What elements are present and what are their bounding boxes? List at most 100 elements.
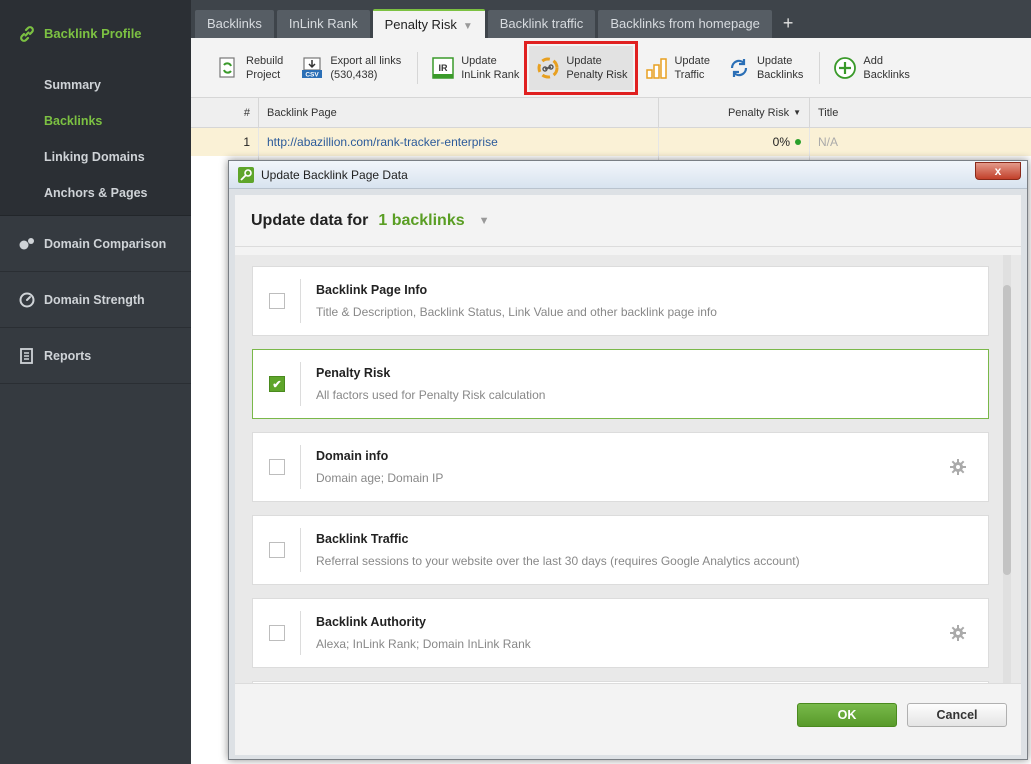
table-row[interactable]: 1 http://abazillion.com/rank-tracker-ent…: [191, 128, 1031, 156]
option-desc: Title & Description, Backlink Status, Li…: [316, 305, 717, 319]
tab-label: Penalty Risk: [384, 17, 457, 32]
update-inlink-rank-button[interactable]: IR Update InLink Rank: [424, 46, 525, 90]
sidebar-item-reports[interactable]: Reports: [0, 328, 191, 384]
dialog-body: Update data for 1 backlinks ▼ Backlink P…: [235, 195, 1021, 755]
report-icon: [18, 347, 36, 365]
option-desc: All factors used for Penalty Risk calcul…: [316, 388, 546, 402]
update-penalty-risk-button[interactable]: Update Penalty Risk: [524, 40, 639, 95]
toolbar-divider: [819, 51, 821, 84]
rebuild-label-1: Rebuild: [246, 54, 284, 67]
col-number[interactable]: #: [191, 98, 259, 127]
update-backlinks-button[interactable]: Update Backlinks: [720, 46, 809, 90]
option-backlink-traffic[interactable]: Backlink Traffic Referral sessions to you…: [252, 515, 989, 585]
sidebar-item-label: Reports: [44, 348, 92, 363]
toolbar-divider: [417, 51, 419, 84]
scrollbar-thumb[interactable]: [1003, 285, 1011, 575]
gear-icon[interactable]: [948, 457, 968, 477]
update-traffic-button[interactable]: Update Traffic: [637, 46, 715, 90]
option-domain-info[interactable]: Domain info Domain age; Domain IP: [252, 432, 989, 502]
col-backlink-page[interactable]: Backlink Page: [259, 98, 659, 127]
penalty-label-2: Penalty Risk: [566, 68, 628, 81]
tab-inlink-rank[interactable]: InLink Rank: [276, 10, 370, 38]
sidebar-item-label: Domain Comparison: [44, 236, 167, 251]
col-title[interactable]: Title: [810, 98, 1031, 127]
option-desc: Domain age; Domain IP: [316, 471, 444, 485]
backlinks-label-2: Backlinks: [756, 68, 804, 81]
plus-circle-icon: [832, 55, 858, 81]
gauge-icon: [18, 291, 36, 309]
chevron-down-icon[interactable]: ▼: [463, 21, 473, 32]
tab-backlinks-from-homepage[interactable]: Backlinks from homepage: [598, 10, 772, 38]
backlinks-label-1: Update: [756, 54, 793, 67]
checkbox[interactable]: [269, 625, 285, 641]
toolbar: Rebuild Project CSV Export all links (530,…: [191, 38, 1031, 98]
add-tab-button[interactable]: +: [775, 10, 802, 38]
row-title: N/A: [818, 135, 839, 149]
sidebar-item-domain-comparison[interactable]: Domain Comparison: [0, 216, 191, 272]
sidebar-sub-anchors-pages[interactable]: Anchors & Pages: [0, 175, 191, 211]
checkbox[interactable]: [269, 459, 285, 475]
sidebar-sub-summary[interactable]: Summary: [0, 67, 191, 103]
export-label-1: Export all links: [330, 54, 402, 67]
backlink-count-dropdown[interactable]: 1 backlinks: [378, 212, 464, 230]
sidebar-sub-backlinks[interactable]: Backlinks: [0, 103, 191, 139]
link-icon: [18, 25, 36, 43]
row-url-link[interactable]: http://abazillion.com/rank-tracker-enter…: [259, 128, 659, 156]
inlink-rank-icon: IR: [430, 55, 456, 81]
penalty-risk-icon: [535, 55, 561, 81]
export-links-button[interactable]: CSV Export all links (530,438): [293, 46, 407, 90]
options-list: Backlink Page Info Title & Description, B…: [235, 255, 1021, 683]
chevron-down-icon[interactable]: ▼: [479, 215, 490, 227]
ok-button[interactable]: OK: [797, 703, 897, 727]
inlink-label-1: Update: [461, 54, 497, 67]
update-backlink-dialog: Update Backlink Page Data x Update data …: [228, 160, 1028, 760]
option-backlink-authority[interactable]: Backlink Authority Alexa; InLink Rank; Do…: [252, 598, 989, 668]
tab-penalty-risk[interactable]: Penalty Risk ▼: [372, 9, 485, 38]
export-label-2: (530,438): [330, 68, 378, 81]
option-title: Domain info: [316, 449, 389, 463]
key-icon: [237, 166, 255, 184]
checkbox-checked[interactable]: ✔: [269, 376, 285, 392]
option-title: Backlink Authority: [316, 615, 426, 629]
card-divider: [300, 362, 301, 406]
rebuild-project-button[interactable]: Rebuild Project: [209, 46, 289, 90]
inlink-label-2: InLink Rank: [461, 68, 520, 81]
option-title: Penalty Risk: [316, 366, 391, 380]
heading-text: Update data for: [251, 211, 369, 229]
sidebar-sub-linking-domains[interactable]: Linking Domains: [0, 139, 191, 175]
option-backlink-page-info[interactable]: Backlink Page Info Title & Description, B…: [252, 266, 989, 336]
card-divider: [300, 445, 301, 489]
sidebar-item-label: Domain Strength: [44, 292, 145, 307]
domain-comparison-icon: [18, 235, 36, 253]
sidebar-item-domain-strength[interactable]: Domain Strength: [0, 272, 191, 328]
add-label-2: Backlinks: [863, 68, 910, 81]
refresh-icon: [726, 55, 752, 81]
cancel-button[interactable]: Cancel: [907, 703, 1007, 727]
tab-backlink-traffic[interactable]: Backlink traffic: [487, 10, 596, 38]
option-penalty-risk[interactable]: ✔ Penalty Risk All factors used for Penal…: [252, 349, 989, 419]
add-label-1: Add: [863, 54, 883, 67]
tab-backlinks[interactable]: Backlinks: [195, 10, 274, 38]
traffic-label-2: Traffic: [674, 68, 705, 81]
col-penalty-risk-label: Penalty Risk: [727, 106, 790, 119]
col-penalty-risk[interactable]: Penalty Risk ▼: [659, 98, 810, 127]
dialog-title: Update Backlink Page Data: [261, 167, 408, 182]
option-title: Backlink Page Info: [316, 283, 428, 297]
option-title: Backlink Traffic: [316, 532, 409, 546]
add-backlinks-button[interactable]: Add Backlinks: [826, 46, 915, 90]
dialog-footer: OK Cancel: [235, 683, 1021, 755]
checkbox[interactable]: [269, 293, 285, 309]
tab-bar: Backlinks InLink Rank Penalty Risk ▼ Back…: [191, 0, 1031, 38]
table-header: # Backlink Page Penalty Risk ▼ Title: [191, 98, 1031, 128]
gear-icon[interactable]: [948, 623, 968, 643]
close-button[interactable]: x: [975, 162, 1021, 180]
row-number: 1: [191, 128, 259, 156]
svg-text:IR: IR: [439, 63, 449, 73]
option-desc: Alexa; InLink Rank; Domain InLink Rank: [316, 637, 531, 651]
sort-down-icon: ▼: [793, 108, 801, 117]
checkbox[interactable]: [269, 542, 285, 558]
sidebar-item-backlink-profile[interactable]: Backlink Profile: [0, 0, 191, 67]
status-dot-icon: [795, 139, 801, 145]
sidebar-subnav: Summary Backlinks Linking Domains Anchor…: [0, 67, 191, 216]
sidebar-profile-label: Backlink Profile: [44, 26, 142, 41]
